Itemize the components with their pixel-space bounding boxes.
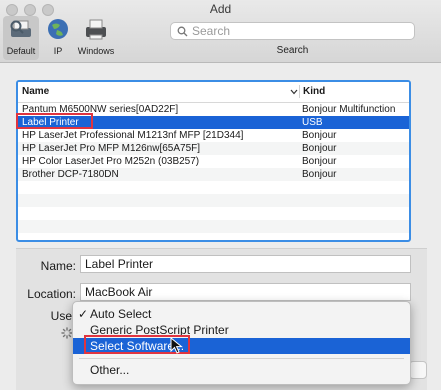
sort-chevron-icon bbox=[290, 89, 298, 95]
checkmark-icon: ✓ bbox=[78, 307, 89, 321]
row-name: HP LaserJet Professional M1213nf MFP [21… bbox=[22, 130, 244, 141]
row-kind: Bonjour bbox=[302, 156, 337, 167]
row-name: HP Color LaserJet Pro M252n (03B257) bbox=[22, 156, 200, 167]
windows-printer-icon bbox=[86, 19, 106, 40]
toolbar-default-button[interactable]: Default bbox=[3, 16, 39, 60]
empty-row bbox=[18, 194, 409, 207]
menu-separator bbox=[79, 358, 404, 359]
toolbar-default-label: Default bbox=[6, 46, 36, 56]
toolbar-ip-label: IP bbox=[53, 46, 63, 56]
name-label: Name: bbox=[40, 259, 76, 273]
table-header: Name Kind bbox=[18, 82, 409, 103]
label-printer-highlight-box bbox=[16, 113, 93, 129]
default-printer-icon bbox=[10, 20, 31, 37]
empty-row bbox=[18, 207, 409, 220]
window-title: Add bbox=[209, 2, 232, 16]
row-kind: USB bbox=[302, 117, 323, 128]
add-button[interactable] bbox=[409, 361, 427, 379]
search-placeholder: Search bbox=[192, 24, 231, 38]
toolbar-ip-button[interactable]: IP bbox=[40, 16, 76, 60]
name-field[interactable]: Label Printer bbox=[80, 255, 411, 273]
table-row[interactable]: HP LaserJet Pro MFP M126nw[65A75F] Bonjo… bbox=[18, 142, 409, 155]
row-kind: Bonjour bbox=[302, 130, 337, 141]
column-divider bbox=[299, 85, 300, 98]
menu-item-other[interactable]: Other... bbox=[73, 362, 410, 378]
menu-item-auto-select[interactable]: ✓ Auto Select bbox=[73, 306, 410, 322]
toolbar-windows-label: Windows bbox=[77, 46, 115, 56]
printer-list[interactable]: Name Kind Pantum M6500NW series[0AD22F] … bbox=[16, 80, 411, 242]
search-label: Search bbox=[276, 45, 309, 56]
menu-item-label: Auto Select bbox=[90, 307, 152, 321]
row-kind: Bonjour Multifunction bbox=[302, 104, 396, 115]
row-name: HP LaserJet Pro MFP M126nw[65A75F] bbox=[22, 143, 201, 154]
row-name: Brother DCP-7180DN bbox=[22, 169, 119, 180]
search-field[interactable]: Search bbox=[170, 22, 415, 40]
menu-item-label: Other... bbox=[90, 363, 130, 377]
location-field[interactable]: MacBook Air bbox=[80, 283, 411, 301]
location-label: Location: bbox=[27, 287, 76, 301]
table-row[interactable]: HP Color LaserJet Pro M252n (03B257) Bon… bbox=[18, 155, 409, 168]
row-kind: Bonjour bbox=[302, 169, 337, 180]
column-header-name[interactable]: Name bbox=[22, 86, 49, 97]
table-row[interactable]: Brother DCP-7180DN Bonjour bbox=[18, 168, 409, 181]
row-kind: Bonjour bbox=[302, 143, 337, 154]
mouse-cursor-icon bbox=[170, 337, 183, 354]
empty-row bbox=[18, 181, 409, 194]
column-header-kind[interactable]: Kind bbox=[303, 86, 325, 97]
globe-icon bbox=[48, 19, 68, 39]
use-label: Use bbox=[50, 309, 72, 323]
toolbar-windows-button[interactable]: Windows bbox=[76, 16, 116, 60]
table-row[interactable]: HP LaserJet Professional M1213nf MFP [21… bbox=[18, 129, 409, 142]
search-icon bbox=[177, 26, 188, 37]
empty-row bbox=[18, 220, 409, 233]
